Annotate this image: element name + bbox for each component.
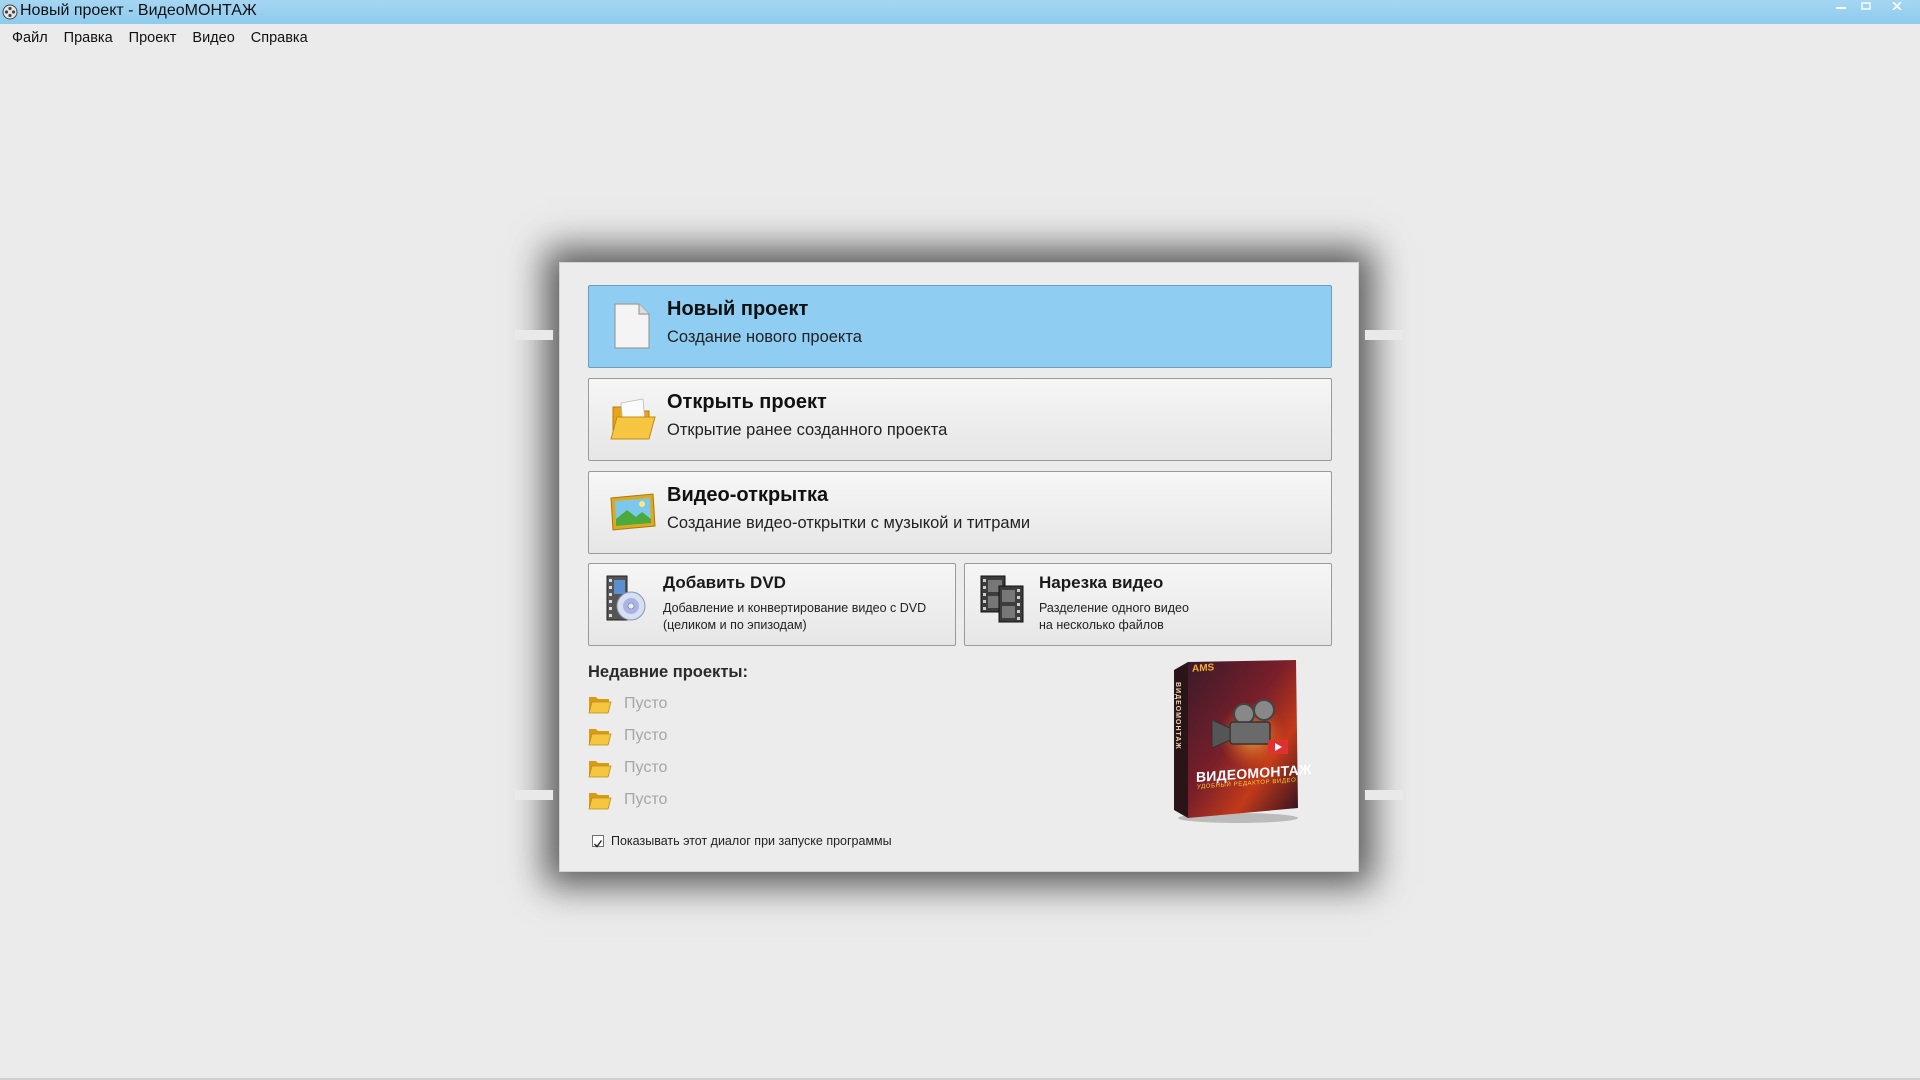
minimize-icon: [1836, 7, 1846, 9]
open-project-button[interactable]: Открыть проект Открытие ранее созданного…: [588, 378, 1332, 461]
product-box-spine: ВИДЕОМОНТАЖ: [1174, 682, 1181, 750]
close-icon: [1892, 2, 1902, 10]
add-dvd-subtitle-line: Добавление и конвертирование видео с DVD: [663, 601, 927, 615]
add-dvd-subtitle-line: (целиком и по эпизодам): [663, 618, 807, 632]
cut-video-subtitle: Разделение одного видео на несколько фай…: [1039, 600, 1329, 634]
recent-projects-heading: Недавние проекты:: [588, 663, 748, 681]
minimize-button[interactable]: [1830, 0, 1852, 12]
add-dvd-button[interactable]: Добавить DVD Добавление и конвертировани…: [588, 563, 956, 646]
show-on-startup-label: Показывать этот диалог при запуске прогр…: [611, 834, 892, 848]
new-project-button[interactable]: Новый проект Создание нового проекта: [588, 285, 1332, 368]
folder-icon: [588, 693, 612, 715]
add-dvd-title: Добавить DVD: [663, 573, 786, 592]
open-project-subtitle: Открытие ранее созданного проекта: [667, 421, 948, 439]
folder-icon: [588, 757, 612, 779]
folder-icon: [609, 393, 656, 445]
dialog-side-tab: [1365, 790, 1403, 800]
recent-project-label: Пусто: [624, 695, 668, 712]
recent-project-item[interactable]: Пусто: [588, 755, 788, 787]
checkmark-icon: [594, 840, 603, 848]
show-on-startup-checkbox[interactable]: [592, 835, 604, 848]
folder-icon: [588, 789, 612, 811]
close-button[interactable]: [1882, 0, 1912, 12]
picture-icon: [609, 486, 656, 538]
restore-icon: [1861, 2, 1871, 10]
cut-video-button[interactable]: Нарезка видео Разделение одного видео на…: [964, 563, 1332, 646]
recent-project-item[interactable]: Пусто: [588, 787, 788, 819]
dialog-side-tab: [515, 790, 553, 800]
recent-project-label: Пусто: [624, 727, 668, 744]
cut-video-title: Нарезка видео: [1039, 573, 1164, 592]
dvd-film-icon: [603, 574, 647, 624]
dialog-side-tab: [1365, 330, 1403, 340]
dialog-panel: Новый проект Создание нового проекта Отк…: [559, 262, 1359, 872]
recent-project-item[interactable]: Пусто: [588, 691, 788, 723]
menu-help[interactable]: Справка: [243, 28, 316, 50]
open-project-title: Открыть проект: [667, 391, 827, 413]
menu-edit[interactable]: Правка: [56, 28, 121, 50]
recent-project-label: Пусто: [624, 759, 668, 776]
title-bar: Новый проект - ВидеоМОНТАЖ: [0, 0, 1920, 24]
recent-project-label: Пусто: [624, 791, 668, 808]
new-project-title: Новый проект: [667, 298, 809, 320]
product-box-image: AMS ВИДЕОМОНТАЖ ВИДЕОМОНТАЖ УДОБНЫЙ РЕДА…: [1172, 658, 1312, 823]
app-icon[interactable]: [2, 4, 18, 20]
video-card-title: Видео-открытка: [667, 484, 829, 506]
folder-icon: [588, 725, 612, 747]
product-box-publisher: AMS: [1192, 662, 1215, 675]
recent-project-item[interactable]: Пусто: [588, 723, 788, 755]
start-dialog: Новый проект Создание нового проекта Отк…: [515, 262, 1403, 872]
menu-video[interactable]: Видео: [184, 28, 242, 50]
film-strips-icon: [979, 574, 1024, 624]
new-project-subtitle: Создание нового проекта: [667, 328, 862, 346]
menu-project[interactable]: Проект: [121, 28, 185, 50]
cut-video-subtitle-line: Разделение одного видео: [1039, 601, 1189, 615]
dialog-side-tab: [515, 330, 553, 340]
add-dvd-subtitle: Добавление и конвертирование видео с DVD…: [663, 600, 953, 634]
menu-file[interactable]: Файл: [4, 28, 56, 50]
cut-video-subtitle-line: на несколько файлов: [1039, 618, 1164, 632]
window-title: Новый проект - ВидеоМОНТАЖ: [20, 2, 257, 19]
recent-projects-list: Пусто Пусто Пусто Пусто: [588, 691, 788, 819]
menu-bar: Файл Правка Проект Видео Справка: [0, 28, 316, 50]
video-card-subtitle: Создание видео-открытки с музыкой и титр…: [667, 514, 1031, 532]
maximize-button[interactable]: [1855, 0, 1877, 12]
blank-document-icon: [609, 300, 655, 352]
video-card-button[interactable]: Видео-открытка Создание видео-открытки с…: [588, 471, 1332, 554]
